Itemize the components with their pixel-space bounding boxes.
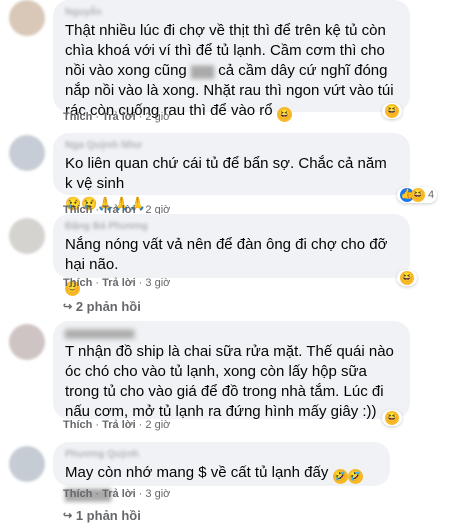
reaction-summary[interactable]: 😆 xyxy=(397,270,417,286)
comment-bubble: Nguyễn Thật nhiều lúc đi chợ về thịt thì… xyxy=(53,0,410,122)
blurred-name: ▆▆▆▆▆▆▆▆▆ xyxy=(65,328,135,339)
reaction-count: 4 xyxy=(428,189,435,201)
like-link[interactable]: Thích xyxy=(63,277,92,289)
comment-text-content: Nắng nóng vất vả nên để đàn ông đi chợ c… xyxy=(65,236,388,273)
reaction-summary[interactable]: 👍 😆 4 xyxy=(397,187,438,203)
haha-icon: 😆 xyxy=(385,411,399,425)
reply-arrow-icon: ↪ xyxy=(63,301,73,313)
haha-emoji-icon: 🤣 xyxy=(347,469,363,484)
comment-actions: Thích · Trả lời · 2 giờ xyxy=(63,419,171,431)
comment-actions: Thích · Trả lời · 2 giờ xyxy=(63,111,171,123)
comment-author[interactable]: Nguyễn xyxy=(65,6,398,19)
comment-text: T nhận đồ ship là chai sữa rửa mặt. Thế … xyxy=(65,343,394,420)
comment-text-content: Ko liên quan chứ cái tủ để bẩn sợ. Chắc … xyxy=(65,155,387,192)
comment-actions: Thích · Trả lời · 3 giờ xyxy=(63,277,171,289)
comment-bubble: Phương Quỳnh May còn nhớ mang $ về cất t… xyxy=(53,442,390,502)
haha-icon: 😆 xyxy=(385,104,399,118)
reaction-summary[interactable]: 😆 xyxy=(382,410,402,426)
replies-count: 2 phản hồi xyxy=(75,299,141,314)
comment-time[interactable]: 3 giờ xyxy=(145,277,170,289)
comment-time[interactable]: 3 giờ xyxy=(145,488,170,500)
comment-actions: Thích · Trả lời · 3 giờ xyxy=(63,488,171,500)
comment-time[interactable]: 2 giờ xyxy=(145,111,170,123)
avatar[interactable] xyxy=(9,324,45,360)
reply-link[interactable]: Trả lời xyxy=(102,419,136,431)
comment-bubble: ▆▆▆▆▆▆▆▆▆ T nhận đồ ship là chai sữa rửa… xyxy=(53,321,410,420)
avatar[interactable] xyxy=(9,0,45,36)
comment-author[interactable]: ▆▆▆▆▆▆▆▆▆ xyxy=(65,327,398,340)
haha-emoji-icon: 😆 xyxy=(276,107,292,122)
blurred-word: ▆▆ xyxy=(190,62,215,79)
view-replies-link[interactable]: ↪ 2 phản hồi xyxy=(63,299,141,314)
comment-author[interactable]: Phương Quỳnh xyxy=(65,448,378,461)
comment-bubble: Nga Quỳnh Như Ko liên quan chứ cái tủ để… xyxy=(53,133,410,211)
haha-icon: 😆 xyxy=(411,188,425,202)
like-link[interactable]: Thích xyxy=(63,488,92,500)
reply-link[interactable]: Trả lời xyxy=(102,277,136,289)
avatar[interactable] xyxy=(9,218,45,254)
comment-bubble: Đặng Bá Phương Nắng nóng vất vả nên để đ… xyxy=(53,214,410,296)
comment-author[interactable]: Đặng Bá Phương xyxy=(65,220,398,233)
avatar[interactable] xyxy=(9,135,45,171)
reply-link[interactable]: Trả lời xyxy=(102,111,136,123)
avatar[interactable] xyxy=(9,446,45,482)
reply-link[interactable]: Trả lời xyxy=(102,488,136,500)
comment-text-content: May còn nhớ mang $ về cất tủ lạnh đấy xyxy=(65,464,329,481)
like-link[interactable]: Thích xyxy=(63,111,92,123)
haha-icon: 😆 xyxy=(400,271,414,285)
like-link[interactable]: Thích xyxy=(63,419,92,431)
comment-time[interactable]: 2 giờ xyxy=(145,419,170,431)
comment-text: Thật nhiều lúc đi chợ về thịt thì để trê… xyxy=(65,21,398,122)
reply-arrow-icon: ↪ xyxy=(63,510,73,522)
reaction-summary[interactable]: 😆 xyxy=(382,103,402,119)
haha-emoji-icon: 🤣 xyxy=(332,469,348,484)
comment-author[interactable]: Nga Quỳnh Như xyxy=(65,139,398,152)
